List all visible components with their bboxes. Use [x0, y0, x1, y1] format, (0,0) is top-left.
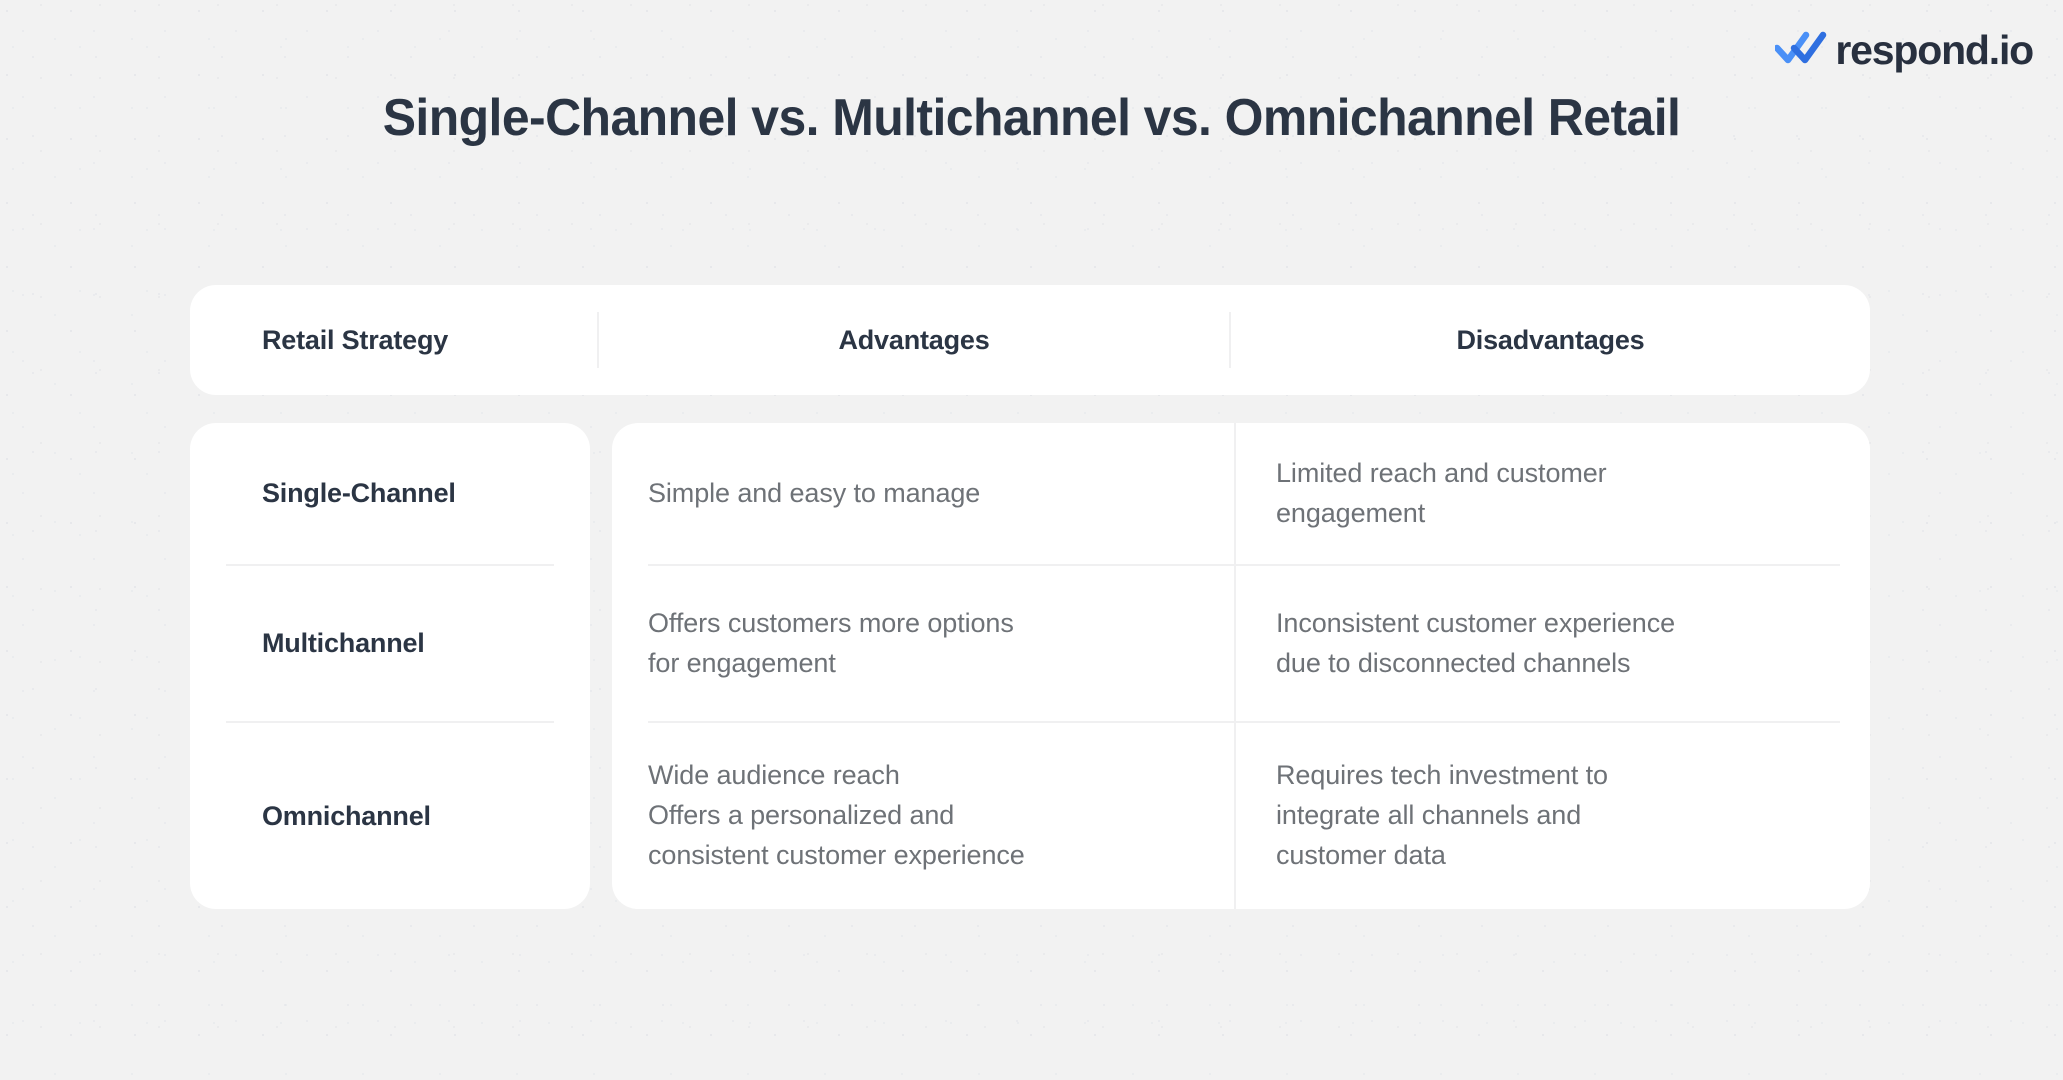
advantages-text: Wide audience reach Offers a personalize…	[648, 760, 1025, 870]
advantages-text: Offers customers more options for engage…	[648, 607, 1014, 678]
advantages-cell: Offers customers more options for engage…	[612, 566, 1234, 721]
advantages-text: Simple and easy to manage	[648, 477, 981, 508]
logo-wordmark: respond.io	[1835, 27, 2034, 73]
table-header-card: Retail Strategy Advantages Disadvantages	[190, 285, 1870, 395]
table-row-label: Multichannel	[190, 566, 590, 721]
disadvantages-cell: Requires tech investment to integrate al…	[1234, 723, 1870, 909]
table-row: Wide audience reach Offers a personalize…	[612, 723, 1870, 909]
double-check-icon	[1774, 30, 1827, 71]
advantages-cell: Simple and easy to manage	[612, 423, 1234, 564]
comparison-table: Retail Strategy Advantages Disadvantages…	[190, 285, 1870, 909]
column-header-disadvantages: Disadvantages	[1229, 312, 1870, 368]
strategy-name: Single-Channel	[262, 478, 456, 508]
table-body: Single-Channel Multichannel Omnichannel …	[190, 423, 1870, 909]
disadvantages-cell: Limited reach and customer engagement	[1234, 423, 1870, 564]
table-row: Simple and easy to manage Limited reach …	[612, 423, 1870, 564]
infographic-canvas: respond.io Single-Channel vs. Multichann…	[0, 0, 2063, 1080]
strategy-name: Multichannel	[262, 628, 425, 658]
advantages-cell: Wide audience reach Offers a personalize…	[612, 723, 1234, 909]
table-row: Offers customers more options for engage…	[612, 566, 1870, 721]
disadvantages-text: Requires tech investment to integrate al…	[1276, 760, 1608, 870]
page-title: Single-Channel vs. Multichannel vs. Omni…	[382, 89, 1681, 147]
column-header-retail-strategy: Retail Strategy	[262, 324, 449, 355]
strategy-label-card: Single-Channel Multichannel Omnichannel	[190, 423, 590, 909]
respond-io-logo: respond.io	[1774, 27, 2034, 73]
disadvantages-text: Inconsistent customer experience due to …	[1276, 607, 1676, 678]
table-row-label: Single-Channel	[190, 423, 590, 564]
disadvantages-cell: Inconsistent customer experience due to …	[1234, 566, 1870, 721]
strategy-name: Omnichannel	[262, 800, 431, 831]
table-content-card: Simple and easy to manage Limited reach …	[612, 423, 1870, 909]
table-row-label: Omnichannel	[190, 723, 590, 909]
column-header-advantages: Advantages	[597, 312, 1229, 368]
disadvantages-text: Limited reach and customer engagement	[1276, 457, 1607, 528]
